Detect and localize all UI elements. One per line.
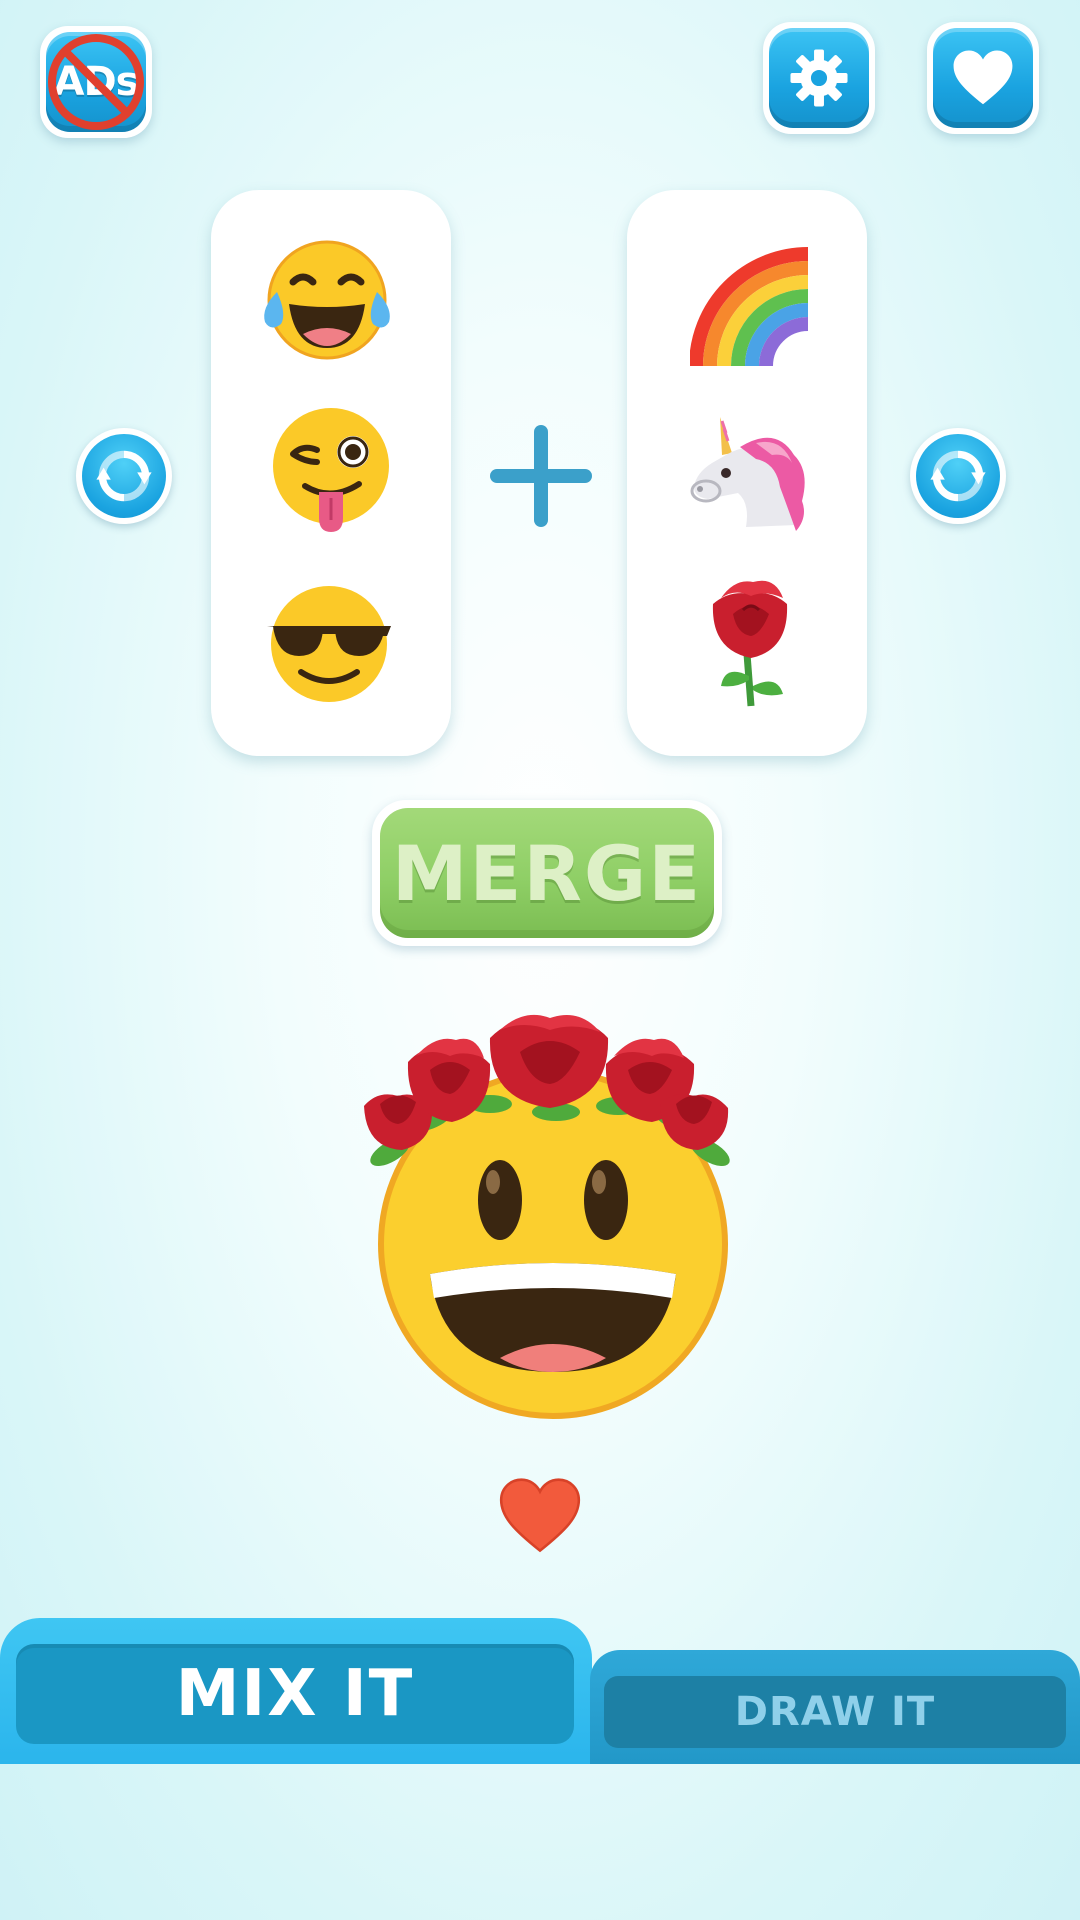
merge-button[interactable]: MERGE xyxy=(372,800,722,946)
tab-mix-it[interactable]: MIX IT xyxy=(0,1618,592,1764)
emoji-winking-face-with-tongue[interactable] xyxy=(261,402,401,542)
left-emoji-panel xyxy=(211,190,451,756)
no-ads-icon xyxy=(48,34,144,130)
refresh-icon xyxy=(96,450,152,502)
refresh-left-button[interactable] xyxy=(76,428,172,524)
emoji-smiling-face-with-sunglasses[interactable] xyxy=(259,574,399,714)
merge-button-label: MERGE xyxy=(391,828,703,918)
tab-draw-it[interactable]: DRAW IT xyxy=(590,1650,1080,1764)
heart-icon xyxy=(953,50,1013,105)
emoji-face-with-tears-of-joy[interactable] xyxy=(257,230,397,370)
refresh-icon xyxy=(930,450,986,502)
result-emoji-grinning-face-with-rose-crown xyxy=(360,1012,740,1422)
favorites-button[interactable] xyxy=(927,22,1039,134)
emoji-rainbow[interactable] xyxy=(681,232,821,372)
like-heart-icon[interactable] xyxy=(496,1478,584,1554)
gear-icon xyxy=(790,49,848,107)
remove-ads-button[interactable]: ADs xyxy=(40,26,152,138)
tab-mix-it-label: MIX IT xyxy=(175,1657,415,1731)
refresh-right-button[interactable] xyxy=(910,428,1006,524)
emoji-rose[interactable] xyxy=(681,574,821,714)
settings-button[interactable] xyxy=(763,22,875,134)
right-emoji-panel xyxy=(627,190,867,756)
plus-icon xyxy=(490,425,592,527)
tab-draw-it-label: DRAW IT xyxy=(734,1689,936,1735)
emoji-unicorn[interactable] xyxy=(681,402,821,542)
